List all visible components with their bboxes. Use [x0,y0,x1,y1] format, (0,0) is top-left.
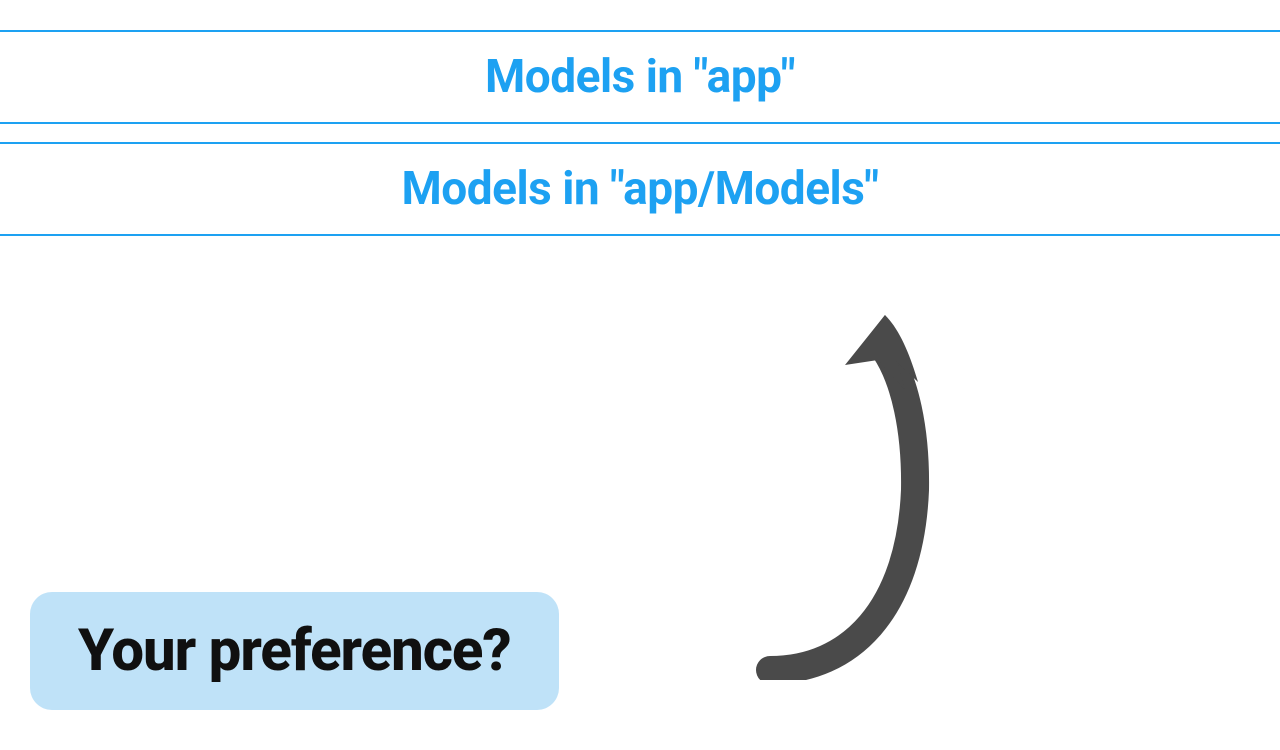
preference-label: Your preference? [78,617,511,685]
option-row-app[interactable]: Models in "app" [0,30,1280,124]
option-row-app-models[interactable]: Models in "app/Models" [0,142,1280,236]
curved-arrow-icon [750,310,950,680]
option-text-app-models: Models in "app/Models" [402,162,879,216]
preference-tag: Your preference? [30,592,559,710]
option-text-app: Models in "app" [485,50,795,104]
